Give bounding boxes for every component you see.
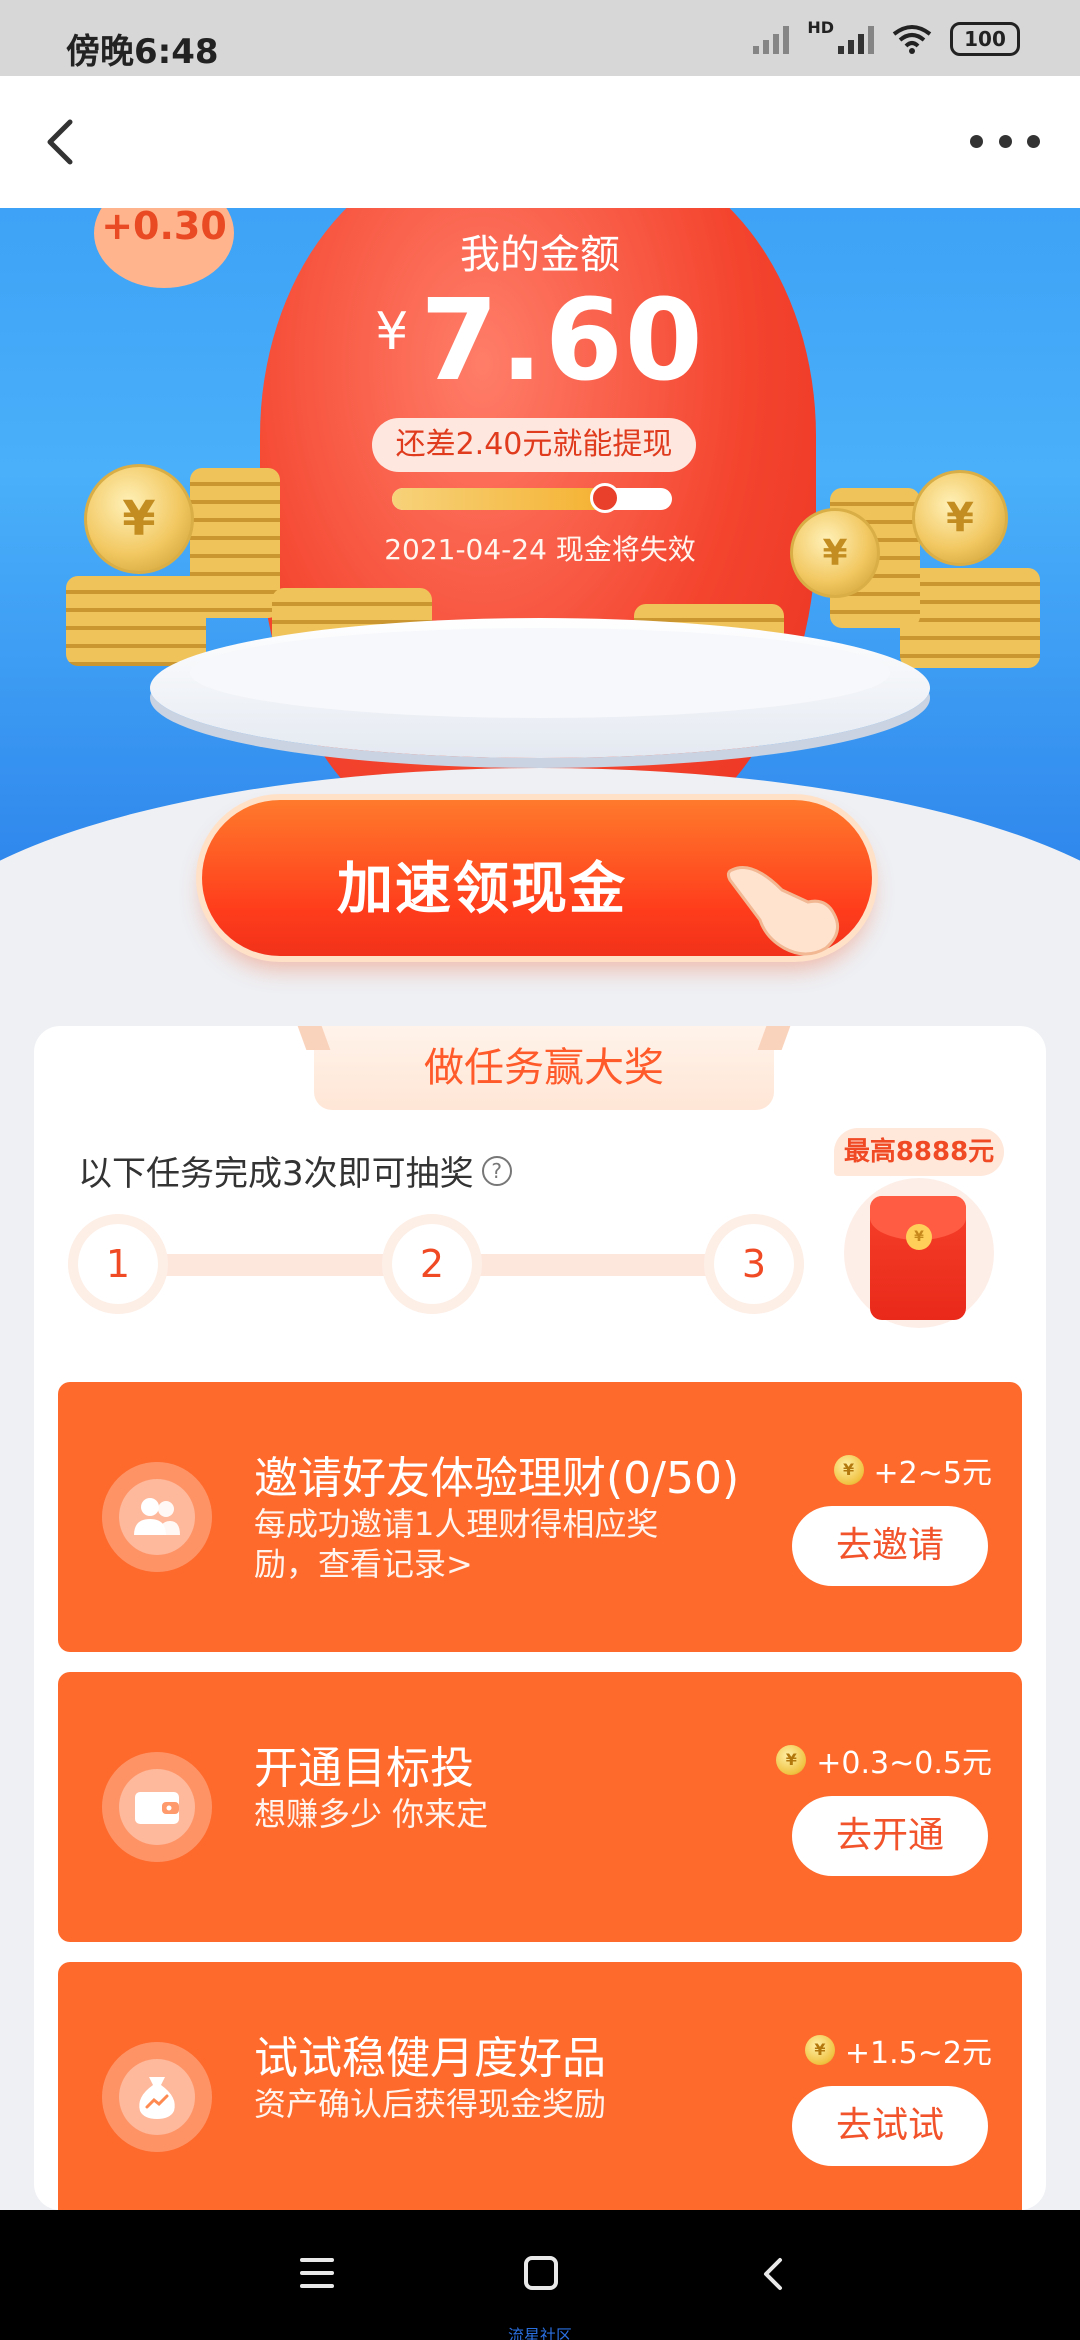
progress-fill [392,488,605,510]
cta-label: 加速领现金 [337,857,627,922]
coin-stack-right [900,568,1040,668]
task-card: 做任务赢大奖 以下任务完成3次即可抽奖 ? 1 2 3 最高8888元 ¥ 邀请… [34,1026,1046,2232]
task-reward-text: +0.3~0.5元 [816,1746,992,1781]
task-banner: 做任务赢大奖 [314,1026,774,1110]
status-time: 傍晚6:48 [66,32,219,72]
battery-level: 100 [964,27,1006,51]
balance-title: 我的金额 [460,232,620,278]
open-button[interactable]: 去开通 [792,1796,988,1876]
system-nav-bar: 流星社区 [0,2210,1080,2340]
help-icon[interactable]: ? [481,1155,512,1186]
currency-symbol: ¥ [375,302,411,362]
withdraw-progress-bar [392,483,672,513]
task-desc[interactable]: 每成功邀请1人理财得相应奖励，查看记录> [254,1504,714,1584]
task-hint-text: 以下任务完成3次即可抽奖 [78,1154,474,1194]
coin-stack-left [66,576,206,666]
balance-hero: +0.30 ¥ ¥ ¥ 我的金额 ¥7.60 还差2.40元就能提现 2021-… [0,208,1080,868]
expire-text: 2021-04-24 现金将失效 [384,533,696,566]
back-icon[interactable] [32,112,92,172]
task-title: 试试稳健月度好品 [254,2033,606,2084]
task-desc: 想赚多少 你来定 [254,1795,489,1833]
signal-icon [753,24,790,54]
balance-value: 7.60 [420,276,705,406]
signal-icon-2 [838,24,874,54]
nav-back-icon[interactable] [756,2254,792,2294]
withdraw-gap-text: 还差2.40元就能提现 [372,418,696,472]
watermark: 流星社区 [507,2326,572,2340]
task-title: 邀请好友体验理财(0/50) [254,1453,740,1504]
step-2: 2 [392,1224,472,1304]
menu-icon[interactable] [300,2258,334,2288]
coin-icon: ¥ [776,1745,807,1775]
status-bar: 傍晚6:48 HD 100 [0,0,1080,76]
task-reward-text: +2~5元 [873,1456,992,1491]
home-icon[interactable] [524,2256,558,2290]
accelerate-cash-button[interactable]: 加速领现金 [202,800,872,956]
coin-icon: ¥ [804,2035,835,2065]
task-desc: 资产确认后获得现金奖励 [254,2085,607,2123]
users-icon [102,1462,212,1572]
task-open-target-invest: 开通目标投 想赚多少 你来定 ¥ +0.3~0.5元 去开通 [58,1672,1022,1942]
coin-icon: ¥ [833,1455,864,1485]
step-1: 1 [78,1224,158,1304]
status-icons: HD 100 [753,18,1020,56]
step-3: 3 [714,1224,794,1304]
task-reward: ¥ +1.5~2元 [804,2028,992,2072]
task-hint: 以下任务完成3次即可抽奖 ? [78,1146,512,1195]
task-reward-text: +1.5~2元 [844,2036,992,2071]
task-reward: ¥ +0.3~0.5元 [776,1738,992,1782]
invite-button[interactable]: 去邀请 [792,1506,988,1586]
task-try-monthly-product: 试试稳健月度好品 资产确认后获得现金奖励 ¥ +1.5~2元 去试试 [58,1962,1022,2232]
prize-tag: 最高8888元 [834,1128,1004,1176]
wifi-icon [892,25,932,54]
try-button[interactable]: 去试试 [792,2086,988,2166]
red-packet-icon[interactable]: ¥ [870,1196,966,1320]
network-label: HD [807,17,834,37]
pointing-hand-icon [726,866,840,956]
app-header [0,76,1080,208]
money-bag-icon [102,2042,212,2152]
podium-top [190,628,890,718]
flame-icon [589,483,620,513]
task-invite-friends: 邀请好友体验理财(0/50) 每成功邀请1人理财得相应奖励，查看记录> ¥ +2… [58,1382,1022,1652]
balance-amount: ¥7.60 [0,276,1080,406]
battery-icon: 100 [950,22,1020,56]
task-reward: ¥ +2~5元 [833,1448,992,1492]
red-packet-seal: ¥ [906,1224,932,1250]
more-icon[interactable] [970,126,1040,156]
task-title: 开通目标投 [254,1743,474,1794]
wallet-icon [102,1752,212,1862]
